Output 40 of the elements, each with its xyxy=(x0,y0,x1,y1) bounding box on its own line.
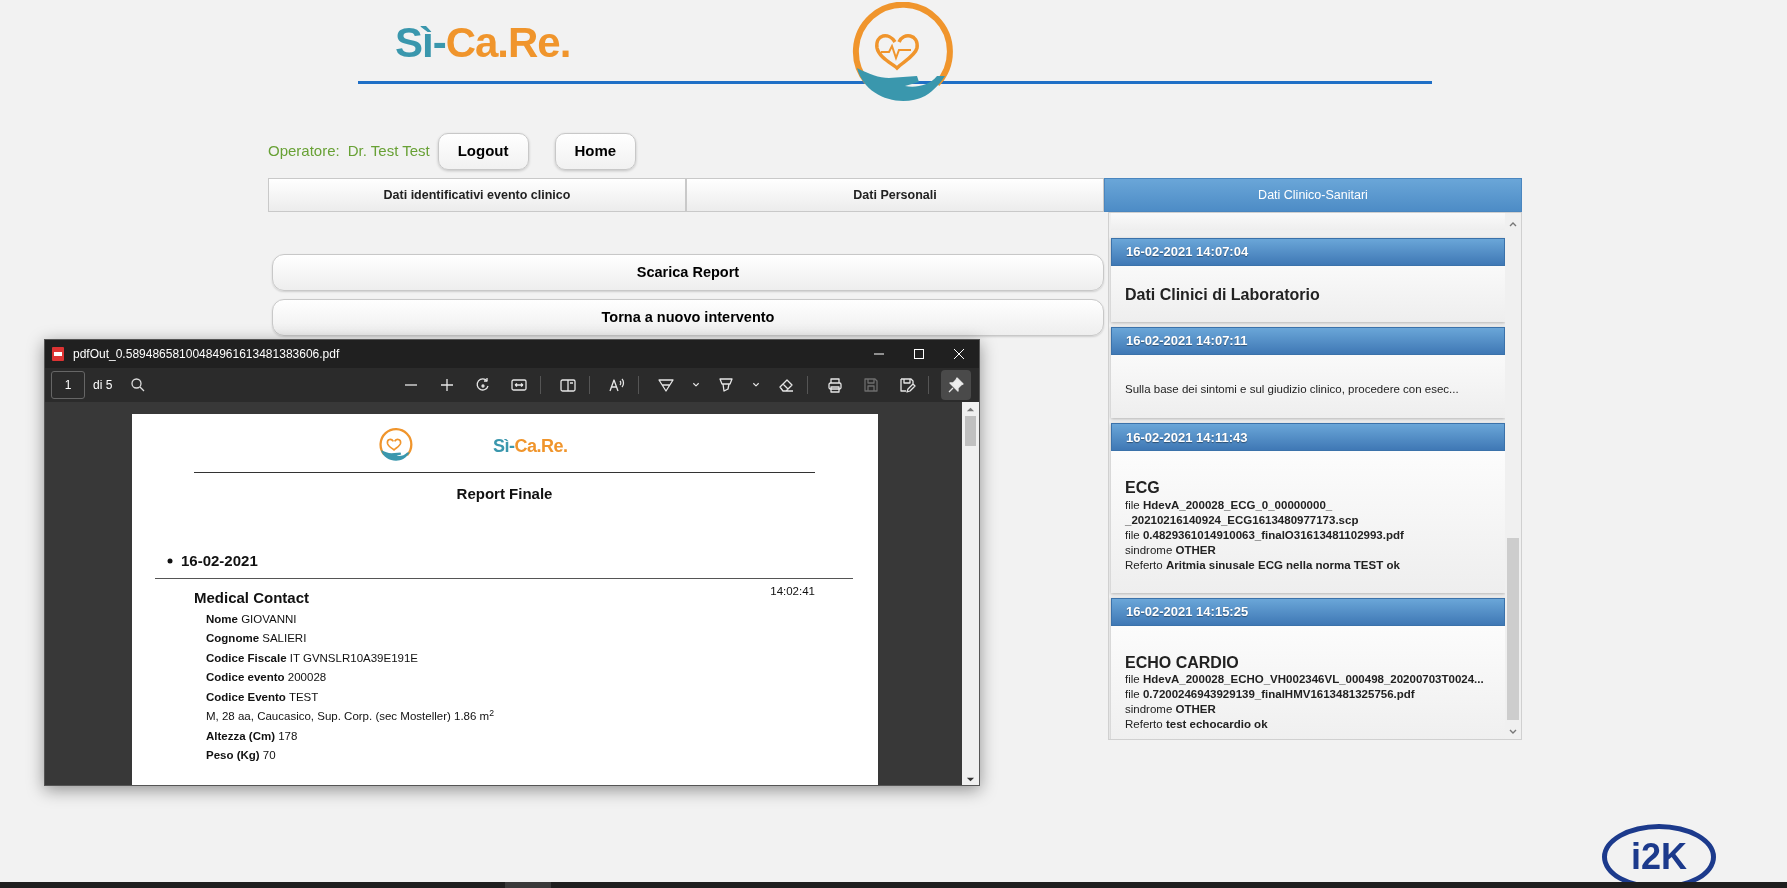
tab[interactable]: Dati Personali xyxy=(686,178,1104,212)
operator-name: Dr. Test Test xyxy=(347,141,430,162)
window-title: pdfOut_0.58948658100484961613481383606.pdf xyxy=(73,346,340,363)
document-field: Codice Fiscale IT GVNSLR10A39E191E xyxy=(155,648,816,668)
entry-timestamp-header: 16-02-2021 14:11:43 xyxy=(1111,423,1505,452)
entry-title: ECG xyxy=(1125,478,1161,498)
entry-detail: file 0.7200246943929139_finalHMV1613481325756.pdf xyxy=(1125,686,1416,702)
page-number-field[interactable]: 1 xyxy=(51,371,85,399)
document-field: Codice evento 200028 xyxy=(155,668,816,688)
operator-label: Operatore: xyxy=(268,141,340,162)
document-field: M, 28 aa, Caucasico, Sup. Corp. (sec Mosteller) 1.86 m$^{2}$ xyxy=(155,707,816,727)
entry-detail: file HdevA_200028_ECHO_VH002346VL_000498_20200703T0024... xyxy=(1125,671,1485,687)
brand-logo-text: Sì-Ca.Re. xyxy=(395,22,571,64)
tab[interactable]: Dati identificativi evento clinico xyxy=(268,178,686,212)
document-field: Cognome SALIERI xyxy=(155,629,816,649)
page-count: di 5 xyxy=(93,377,113,394)
report-date: 16-02-2021 xyxy=(181,550,258,571)
nav-button[interactable]: Logout xyxy=(437,133,529,170)
entry-detail: Referto test echocardio ok xyxy=(1125,716,1269,732)
action-button[interactable]: Scarica Report xyxy=(272,254,1104,291)
document-field: Altezza (Cm) 178 xyxy=(155,726,816,746)
entry-timestamp-header: 16-02-2021 14:07:11 xyxy=(1111,327,1505,356)
entry-detail: sindrome OTHER xyxy=(1125,542,1217,558)
nav-button[interactable]: Home xyxy=(554,133,637,170)
section-title: Medical Contact xyxy=(193,588,310,608)
entry-note: Sulla base dei sintomi e sul giudizio clinico, procedere con esec... xyxy=(1125,382,1460,398)
report-heading: Report Finale xyxy=(455,484,554,504)
document-field: Peso (Kg) 70 xyxy=(155,746,816,766)
brand-logo-text: Sì-Ca.Re. xyxy=(493,434,568,458)
entry-title: ECHO CARDIO xyxy=(1125,652,1240,672)
entry-detail: file 0.4829361014910063_finalO31613481102993.pdf xyxy=(1125,527,1405,543)
report-time: 14:02:41 xyxy=(770,584,815,599)
document-field: Codice Evento TEST xyxy=(155,687,816,707)
entry-detail: sindrome OTHER xyxy=(1125,701,1217,717)
document-field: Nome GIOVANNI xyxy=(155,609,816,629)
action-button[interactable]: Torna a nuovo intervento xyxy=(272,299,1104,336)
entry-detail: Referto Aritmia sinusale ECG nella norma TEST ok xyxy=(1125,557,1401,573)
entry-title: Dati Clinici di Laboratorio xyxy=(1125,285,1321,305)
entry-timestamp-header: 16-02-2021 14:07:04 xyxy=(1111,238,1505,266)
entry-timestamp-header: 16-02-2021 14:15:25 xyxy=(1111,597,1505,626)
